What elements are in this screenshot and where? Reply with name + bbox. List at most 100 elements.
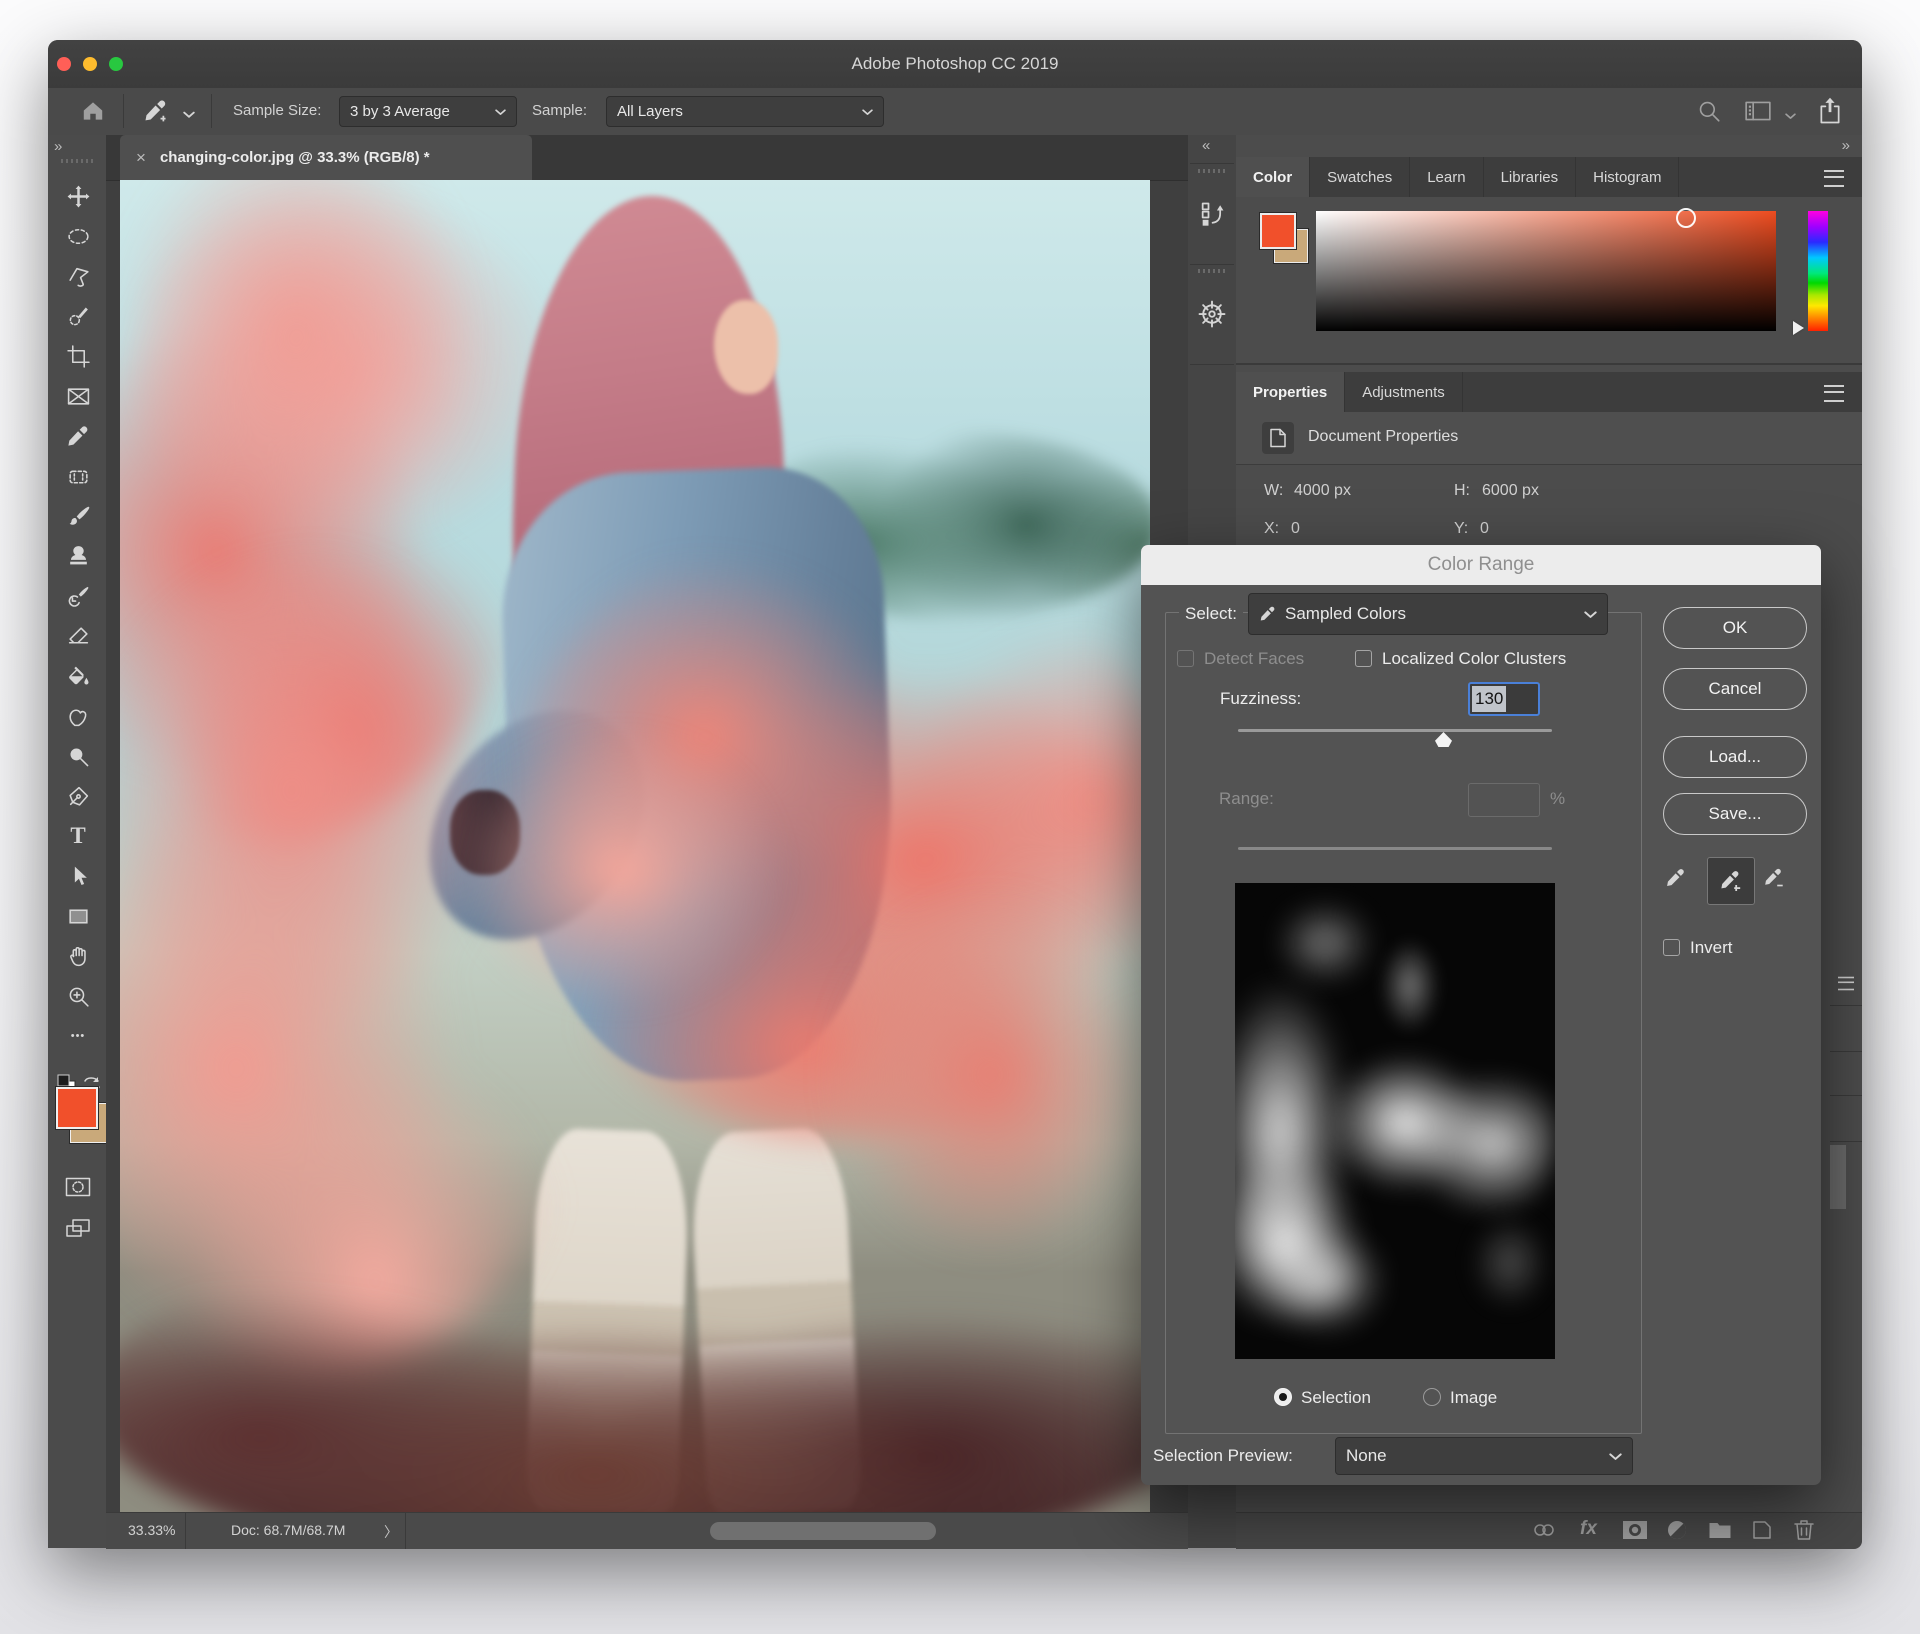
hue-pointer[interactable]	[1793, 321, 1804, 335]
horizontal-scrollbar[interactable]	[710, 1522, 936, 1540]
ok-button[interactable]: OK	[1663, 607, 1807, 649]
tool-eraser[interactable]	[64, 622, 92, 650]
detect-faces-label: Detect Faces	[1204, 649, 1305, 668]
quick-mask-icon[interactable]	[65, 1177, 91, 1202]
y-value[interactable]: 0	[1480, 520, 1489, 538]
tool-paint-bucket[interactable]	[64, 662, 92, 690]
search-icon[interactable]	[1696, 98, 1722, 129]
document-tab[interactable]: × changing-color.jpg @ 33.3% (RGB/8) *	[120, 135, 532, 180]
tool-crop[interactable]	[64, 342, 92, 370]
tool-frame[interactable]	[64, 382, 92, 410]
fuzziness-slider-track[interactable]	[1238, 729, 1552, 732]
tool-zoom[interactable]	[64, 982, 92, 1010]
invert-checkbox[interactable]	[1663, 939, 1680, 956]
tool-dodge[interactable]	[64, 742, 92, 770]
range-slider-track	[1238, 847, 1552, 850]
canvas-area: × changing-color.jpg @ 33.3% (RGB/8) * 3…	[106, 135, 1188, 1549]
load-label: Load...	[1709, 747, 1761, 766]
panel-menu-icon[interactable]	[1824, 170, 1844, 187]
dialog-title[interactable]: Color Range	[1141, 545, 1821, 585]
zoom-level[interactable]: 33.33%	[128, 1522, 175, 1538]
selection-preview-dropdown[interactable]: None	[1335, 1437, 1633, 1475]
home-icon[interactable]	[80, 98, 106, 129]
panel-foreground-swatch[interactable]	[1259, 212, 1297, 250]
tool-rectangle[interactable]	[64, 902, 92, 930]
tab-learn[interactable]: Learn	[1410, 157, 1484, 197]
add-sample-eyedropper-icon[interactable]	[1707, 857, 1755, 905]
tool-hand[interactable]	[64, 942, 92, 970]
color-field-cursor[interactable]	[1676, 208, 1696, 228]
layer-style-icon[interactable]: fx	[1580, 1518, 1597, 1540]
cancel-button[interactable]: Cancel	[1663, 668, 1807, 710]
panel-menu-icon[interactable]	[1824, 385, 1844, 402]
document-image[interactable]	[120, 180, 1150, 1512]
load-button[interactable]: Load...	[1663, 736, 1807, 778]
tool-clone-stamp[interactable]	[64, 542, 92, 570]
history-panel-button[interactable]	[1190, 163, 1234, 265]
cancel-label: Cancel	[1708, 679, 1762, 698]
tool-healing-patch[interactable]	[64, 462, 92, 490]
tab-swatches[interactable]: Swatches	[1310, 157, 1411, 197]
close-tab-icon[interactable]: ×	[136, 148, 146, 168]
tab-adjustments[interactable]: Adjustments	[1345, 372, 1463, 412]
panel-grip	[1198, 269, 1226, 273]
new-layer-icon[interactable]	[1751, 1519, 1773, 1546]
save-button[interactable]: Save...	[1663, 793, 1807, 835]
color-field[interactable]	[1316, 208, 1776, 331]
share-icon[interactable]	[1816, 96, 1844, 131]
toolbar-expand-chevron[interactable]: »	[54, 138, 62, 155]
group-layers-icon[interactable]	[1708, 1520, 1732, 1545]
invert-label: Invert	[1690, 938, 1733, 957]
tool-more-tools[interactable]: •••	[64, 1022, 92, 1050]
workspace-icon[interactable]	[1744, 99, 1772, 128]
fuzziness-value: 130	[1472, 686, 1507, 712]
tool-marquee[interactable]	[64, 222, 92, 250]
width-value[interactable]: 4000 px	[1294, 482, 1351, 500]
tab-histogram[interactable]: Histogram	[1576, 157, 1680, 197]
tool-quick-selection[interactable]	[64, 302, 92, 330]
navigator-panel-button[interactable]	[1190, 264, 1234, 365]
adjustment-layer-icon[interactable]	[1666, 1519, 1688, 1546]
image-radio-label: Image	[1450, 1388, 1498, 1407]
width-label: W:	[1264, 482, 1284, 499]
tool-path-selection[interactable]	[64, 862, 92, 890]
fuzziness-input[interactable]: 130	[1468, 682, 1540, 716]
tool-pen[interactable]	[64, 782, 92, 810]
tool-move[interactable]	[64, 182, 92, 210]
height-value[interactable]: 6000 px	[1482, 482, 1539, 500]
chevron-down-icon[interactable]	[1785, 107, 1796, 125]
collapse-panels-chevron[interactable]: «	[1202, 137, 1210, 154]
eyedropper-tool-icon[interactable]	[143, 98, 169, 129]
tool-type[interactable]: T	[64, 822, 92, 850]
sample-size-dropdown[interactable]: 3 by 3 Average	[339, 96, 517, 127]
hue-strip[interactable]	[1808, 211, 1828, 331]
panel-scrollbar[interactable]	[1830, 1145, 1846, 1209]
image-radio[interactable]	[1423, 1388, 1441, 1406]
select-dropdown[interactable]: Sampled Colors	[1248, 593, 1608, 635]
tool-eyedropper[interactable]	[64, 422, 92, 450]
link-layers-icon[interactable]	[1532, 1520, 1556, 1545]
tab-properties[interactable]: Properties	[1236, 372, 1346, 412]
foreground-color-swatch[interactable]	[55, 1086, 99, 1130]
tool-brush[interactable]	[64, 502, 92, 530]
status-chevron[interactable]: 〉	[384, 1522, 398, 1542]
localized-clusters-checkbox[interactable]	[1355, 650, 1372, 667]
subtract-sample-eyedropper-icon[interactable]	[1763, 867, 1785, 894]
tab-color[interactable]: Color	[1236, 157, 1311, 197]
tool-history-brush[interactable]	[64, 582, 92, 610]
tool-lasso[interactable]	[64, 262, 92, 290]
delete-layer-icon[interactable]	[1793, 1518, 1815, 1547]
tab-libraries[interactable]: Libraries	[1484, 157, 1577, 197]
selection-radio[interactable]	[1274, 1388, 1292, 1406]
x-value[interactable]: 0	[1291, 520, 1300, 538]
panel-menu-icon[interactable]	[1838, 976, 1854, 991]
toolbar-grip[interactable]	[61, 159, 93, 163]
tool-smudge[interactable]	[64, 702, 92, 730]
layer-mask-icon[interactable]	[1622, 1520, 1648, 1545]
sample-eyedropper-icon[interactable]	[1665, 867, 1687, 894]
screen-mode-icon[interactable]	[65, 1217, 91, 1244]
expand-panels-chevron[interactable]: »	[1842, 137, 1850, 154]
separator	[185, 1513, 186, 1549]
chevron-down-icon[interactable]	[183, 106, 195, 124]
sample-dropdown[interactable]: All Layers	[606, 96, 884, 127]
